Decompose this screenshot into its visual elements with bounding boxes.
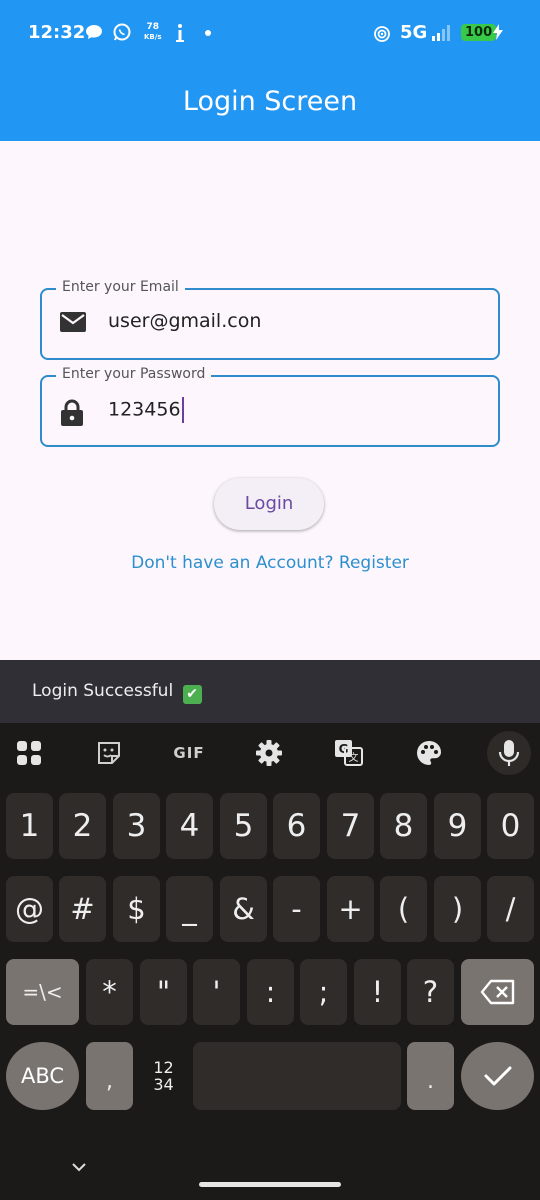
app-bar: 12:32 78 KB/s 5G 100 Login Screen: [0, 0, 540, 141]
numpad-label-bottom: 34: [153, 1075, 174, 1094]
network-type: 5G: [400, 22, 428, 43]
mic-icon[interactable]: [487, 731, 531, 775]
login-button[interactable]: Login: [214, 478, 324, 530]
key-at[interactable]: @: [6, 876, 53, 942]
key-semicolon[interactable]: ;: [300, 959, 347, 1025]
hide-keyboard-icon[interactable]: [71, 1160, 87, 1176]
key-single-quote[interactable]: ': [193, 959, 240, 1025]
key-double-quote[interactable]: ": [140, 959, 187, 1025]
backspace-icon: [480, 979, 514, 1005]
key-slash[interactable]: /: [487, 876, 534, 942]
key-dollar[interactable]: $: [113, 876, 160, 942]
hotspot-icon: [373, 25, 391, 47]
keyboard: GIF G文 1 2 3 4 5 6 7 8 9 0 @ # $ _ & - +…: [0, 723, 540, 1200]
register-link[interactable]: Don't have an Account? Register: [0, 553, 540, 573]
key-8[interactable]: 8: [380, 793, 427, 859]
email-label: Enter your Email: [56, 279, 185, 295]
email-value: user@gmail.con: [108, 310, 262, 332]
key-exclamation[interactable]: !: [354, 959, 401, 1025]
space-key[interactable]: [193, 1042, 401, 1110]
key-7[interactable]: 7: [327, 793, 374, 859]
home-indicator[interactable]: [199, 1182, 341, 1187]
key-ampersand[interactable]: &: [220, 876, 267, 942]
key-6[interactable]: 6: [273, 793, 320, 859]
info-icon: [172, 22, 188, 48]
key-4[interactable]: 4: [166, 793, 213, 859]
snackbar-text: Login Successful: [32, 681, 174, 701]
whatsapp-icon: [112, 22, 132, 46]
numpad-key[interactable]: 12 34: [140, 1042, 187, 1110]
apps-grid-icon[interactable]: [9, 737, 49, 769]
period-key[interactable]: .: [407, 1042, 454, 1110]
key-asterisk[interactable]: *: [86, 959, 133, 1025]
key-0[interactable]: 0: [487, 793, 534, 859]
key-underscore[interactable]: _: [166, 876, 213, 942]
email-field[interactable]: Enter your Email user@gmail.con: [40, 279, 500, 360]
notification-dot: [205, 30, 211, 36]
page-title: Login Screen: [182, 86, 358, 117]
numpad-label-top: 12: [153, 1058, 174, 1077]
settings-icon[interactable]: [249, 737, 289, 769]
speed-value: 78: [146, 22, 159, 32]
password-label: Enter your Password: [56, 366, 212, 382]
key-5[interactable]: 5: [220, 793, 267, 859]
key-3[interactable]: 3: [113, 793, 160, 859]
snackbar: Login Successful ✔: [0, 660, 540, 723]
signal-icon: [432, 24, 450, 41]
charging-icon: [492, 24, 504, 44]
abc-key[interactable]: ABC: [6, 1042, 79, 1110]
text-caret: [181, 397, 184, 423]
key-2[interactable]: 2: [59, 793, 106, 859]
sticker-icon[interactable]: [89, 737, 129, 769]
svg-text:文: 文: [349, 751, 359, 764]
check-mark-icon: ✔: [182, 685, 202, 704]
done-key[interactable]: [461, 1042, 534, 1110]
status-bar: 12:32 78 KB/s 5G 100: [0, 0, 540, 66]
snackbar-message: Login Successful ✔: [32, 681, 202, 704]
password-value-wrap: 123456: [108, 397, 184, 423]
network-speed: 78 KB/s: [144, 22, 161, 42]
lock-icon: [60, 399, 84, 431]
gif-icon[interactable]: GIF: [169, 737, 209, 769]
password-field[interactable]: Enter your Password 123456: [40, 366, 500, 447]
key-open-paren[interactable]: (: [380, 876, 427, 942]
mail-icon: [60, 312, 86, 338]
key-close-paren[interactable]: ): [434, 876, 481, 942]
more-symbols-key[interactable]: =\<: [6, 959, 79, 1025]
key-hash[interactable]: #: [59, 876, 106, 942]
check-icon: [484, 1066, 511, 1086]
key-minus[interactable]: -: [273, 876, 320, 942]
key-plus[interactable]: +: [327, 876, 374, 942]
speed-unit: KB/s: [144, 33, 162, 41]
status-time: 12:32: [28, 22, 86, 43]
palette-icon[interactable]: [409, 737, 449, 769]
password-value: 123456: [108, 398, 181, 421]
backspace-key[interactable]: [461, 959, 534, 1025]
comma-key[interactable]: ,: [86, 1042, 133, 1110]
translate-icon[interactable]: G文: [329, 737, 369, 769]
chat-bubble-icon: [84, 22, 104, 46]
key-colon[interactable]: :: [247, 959, 294, 1025]
key-1[interactable]: 1: [6, 793, 53, 859]
battery-level: 100: [461, 24, 497, 41]
key-question[interactable]: ?: [407, 959, 454, 1025]
key-9[interactable]: 9: [434, 793, 481, 859]
